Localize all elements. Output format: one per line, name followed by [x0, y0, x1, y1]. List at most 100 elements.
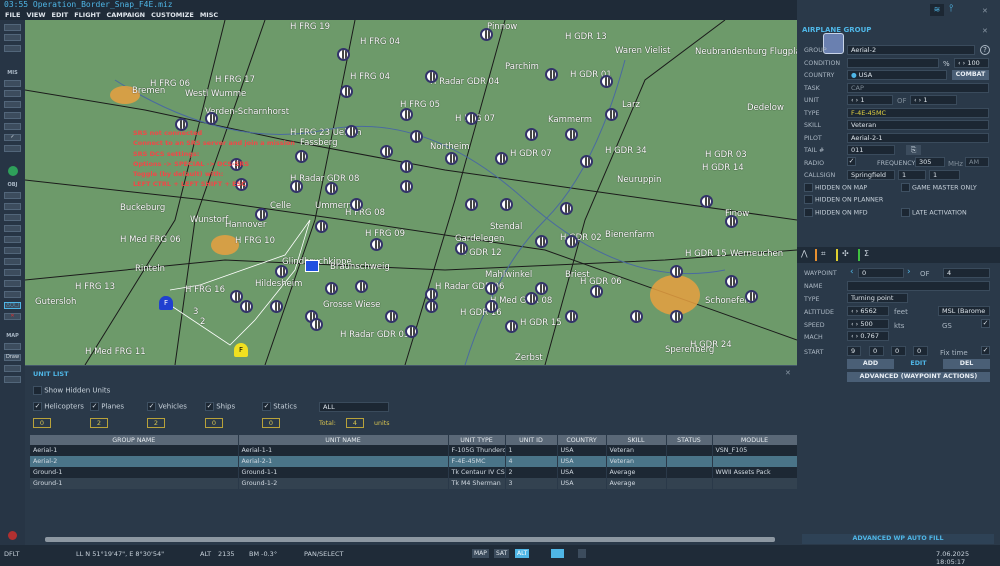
delete-waypoint-button[interactable]: DEL	[943, 359, 990, 369]
triggers-icon[interactable]	[4, 123, 21, 130]
combat-button[interactable]: COMBAT	[952, 70, 989, 80]
start-second[interactable]: 0	[913, 346, 928, 356]
skill-select[interactable]: Veteran	[847, 120, 989, 130]
airbase-marker[interactable]	[400, 108, 413, 121]
airbase-marker[interactable]	[255, 208, 268, 221]
menu-campaign[interactable]: CAMPAIGN	[106, 10, 145, 20]
airbase-marker[interactable]	[590, 285, 603, 298]
tail-input[interactable]: 011	[847, 145, 895, 155]
gs-checkbox[interactable]: ✓	[981, 319, 990, 328]
airbase-marker[interactable]	[630, 310, 643, 323]
airbase-marker[interactable]	[400, 180, 413, 193]
altitude-stepper[interactable]: ‹ › 6562	[847, 306, 889, 316]
measure-icon[interactable]	[4, 365, 21, 372]
airbase-marker[interactable]	[535, 235, 548, 248]
late-activation-checkbox[interactable]: LATE ACTIVATION	[901, 208, 967, 217]
show-hidden-checkbox[interactable]: Show Hidden Units	[33, 386, 110, 395]
airbase-marker[interactable]	[380, 145, 393, 158]
target-icon[interactable]	[4, 280, 21, 287]
draw-button[interactable]: Draw	[4, 354, 21, 361]
waypoint-type-select[interactable]: Turning point	[847, 293, 908, 303]
airbase-marker[interactable]	[725, 215, 738, 228]
airbase-marker[interactable]	[670, 310, 683, 323]
condition-input[interactable]	[847, 58, 939, 68]
airbase-marker[interactable]	[580, 155, 593, 168]
airbase-marker[interactable]	[445, 152, 458, 165]
airbase-marker[interactable]	[350, 198, 363, 211]
table-row[interactable]: Ground-1 Ground-1-2 Tk M4 Sherman 3 USA Avera…	[30, 478, 798, 489]
fix-time-checkbox[interactable]: ✓	[981, 346, 990, 355]
airbase-marker[interactable]	[385, 310, 398, 323]
alt-mode-button[interactable]: ALT	[515, 549, 530, 558]
speed-stepper[interactable]: ‹ › 500	[847, 319, 889, 329]
table-row[interactable]: Aerial-2 Aerial-2-1 F-4E-45MC 4 USA Veteran	[30, 456, 798, 467]
wifi-icon[interactable]: ≋	[930, 4, 944, 16]
filter-helicopters[interactable]: ✓ Helicopters	[33, 402, 84, 411]
close-panel-icon[interactable]: ✕	[982, 27, 988, 35]
layers-icon[interactable]	[551, 549, 564, 558]
airbase-marker[interactable]	[405, 325, 418, 338]
airbase-marker[interactable]	[455, 242, 468, 255]
sat-mode-button[interactable]: SAT	[494, 549, 510, 558]
airbase-marker[interactable]	[745, 290, 758, 303]
airbase-marker[interactable]	[410, 130, 423, 143]
airbase-marker[interactable]	[355, 280, 368, 293]
airbase-marker[interactable]	[465, 198, 478, 211]
edit-waypoint-button[interactable]: EDIT	[895, 359, 942, 369]
filter-statics[interactable]: ✓ Statics	[262, 402, 297, 411]
altitude-ref-select[interactable]: MSL (Barome	[938, 306, 990, 316]
close-icon[interactable]: ✕	[982, 7, 988, 15]
pilot-input[interactable]: Aerial-2-1	[847, 133, 989, 143]
hidden-on-mfd-checkbox[interactable]: HIDDEN ON MFD	[804, 208, 868, 217]
add-waypoint-button[interactable]: ADD	[847, 359, 894, 369]
filter-vehicles[interactable]: ✓ Vehicles	[147, 402, 187, 411]
menu-customize[interactable]: CUSTOMIZE	[151, 10, 194, 20]
column-header[interactable]: UNIT NAME	[238, 435, 449, 445]
airbase-marker[interactable]	[700, 195, 713, 208]
airbase-marker[interactable]	[565, 235, 578, 248]
close-icon[interactable]: ✕	[785, 369, 791, 377]
airbase-marker[interactable]	[560, 202, 573, 215]
help-icon[interactable]: ?	[980, 45, 990, 55]
column-header[interactable]: UNIT ID	[505, 435, 558, 445]
record-icon[interactable]	[8, 531, 17, 540]
route-tab-icon[interactable]: ⋀	[801, 249, 808, 258]
airbase-marker[interactable]	[325, 182, 338, 195]
airbase-marker[interactable]	[325, 282, 338, 295]
unit-stepper[interactable]: ‹ › 1	[847, 95, 893, 105]
menu-edit[interactable]: EDIT	[52, 10, 69, 20]
airbase-marker[interactable]	[565, 128, 578, 141]
horizontal-scrollbar[interactable]	[45, 537, 775, 542]
menu-misc[interactable]: MISC	[200, 10, 218, 20]
airbase-marker[interactable]	[315, 220, 328, 233]
airbase-marker[interactable]	[465, 112, 478, 125]
ruler-icon[interactable]	[4, 343, 21, 350]
airbase-marker[interactable]	[310, 318, 323, 331]
callsign-number-a[interactable]: 1	[898, 170, 926, 180]
unit-count-stepper[interactable]: ‹ › 1	[910, 95, 957, 105]
airbase-marker[interactable]	[545, 68, 558, 81]
nav-point-icon[interactable]	[4, 258, 21, 265]
type-select[interactable]: F-4E-45MC	[847, 108, 989, 118]
next-waypoint-icon[interactable]: ›	[907, 267, 911, 277]
trigger-zone-icon[interactable]	[4, 112, 21, 119]
weather-icon[interactable]	[4, 90, 21, 97]
radio-checkbox[interactable]: ✓	[847, 157, 856, 166]
advanced-waypoint-actions-button[interactable]: ADVANCED (WAYPOINT ACTIONS)	[847, 372, 990, 382]
airbase-marker[interactable]	[400, 160, 413, 173]
antenna-icon[interactable]: ⫯	[949, 3, 953, 14]
start-hour[interactable]: 0	[869, 346, 884, 356]
hidden-on-planner-checkbox[interactable]: HIDDEN ON PLANNER	[804, 195, 883, 204]
callsign-number-b[interactable]: 1	[929, 170, 960, 180]
zone-icon[interactable]	[4, 269, 21, 276]
briefing-icon[interactable]	[4, 80, 21, 87]
advanced-wp-auto-fill-button[interactable]: ADVANCED WP AUTO FILL	[802, 534, 994, 544]
airbase-marker[interactable]	[240, 300, 253, 313]
airbase-marker[interactable]	[670, 265, 683, 278]
prev-waypoint-icon[interactable]: ‹	[850, 267, 854, 277]
livery-icon[interactable]: ⎘	[906, 145, 921, 155]
new-file-icon[interactable]	[4, 24, 21, 31]
payload-tab-icon[interactable]: ✣	[842, 249, 849, 258]
frequency-input[interactable]: 305	[915, 157, 945, 167]
menu-flight[interactable]: FLIGHT	[74, 10, 100, 20]
